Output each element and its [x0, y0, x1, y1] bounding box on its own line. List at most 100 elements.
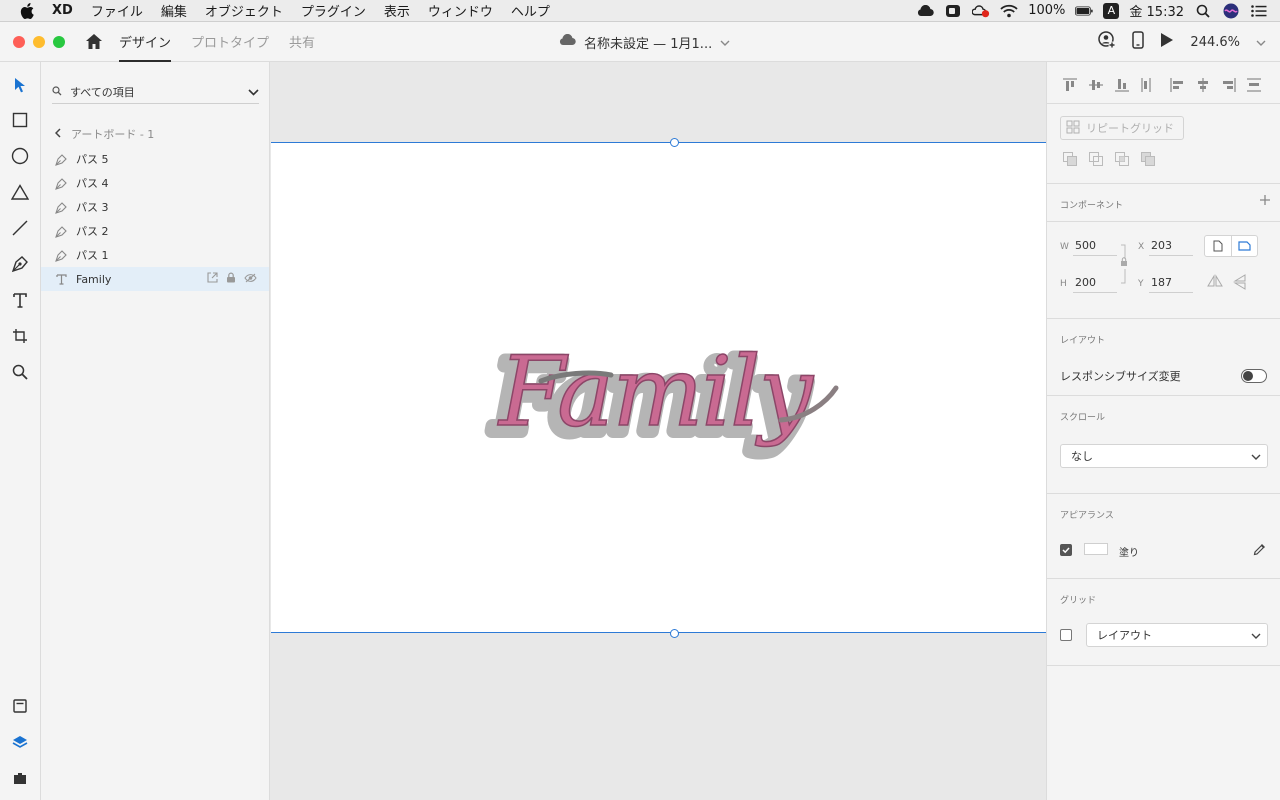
align-right-icon[interactable]: [1223, 78, 1236, 92]
responsive-size-icon[interactable]: [1232, 236, 1258, 256]
layer-row[interactable]: パス 1: [41, 243, 269, 267]
artboard-tool-icon[interactable]: [9, 325, 31, 347]
breadcrumb[interactable]: アートボード - 1: [54, 126, 154, 142]
window-minimize-button[interactable]: [33, 35, 45, 48]
add-component-icon[interactable]: [1259, 194, 1271, 209]
layer-row[interactable]: パス 3: [41, 195, 269, 219]
layers-panel-icon[interactable]: [9, 731, 31, 753]
menu-window[interactable]: ウィンドウ: [428, 1, 493, 20]
tab-design[interactable]: デザイン: [119, 22, 172, 62]
notification-center-icon[interactable]: [1250, 3, 1268, 19]
tab-share[interactable]: 共有: [289, 22, 315, 62]
eyedropper-icon[interactable]: [1253, 542, 1267, 559]
resize-handle-top[interactable]: [670, 138, 679, 147]
chevron-left-icon[interactable]: [54, 127, 61, 141]
breadcrumb-artboard[interactable]: アートボード - 1: [71, 126, 154, 142]
menu-object[interactable]: オブジェクト: [205, 1, 283, 20]
chevron-down-icon[interactable]: [1251, 629, 1261, 642]
menu-file[interactable]: ファイル: [91, 1, 143, 20]
layer-row-selected[interactable]: Family: [41, 267, 269, 291]
y-field[interactable]: 187: [1149, 273, 1193, 293]
text-tool-icon[interactable]: [9, 289, 31, 311]
pen-tool-icon[interactable]: [9, 253, 31, 275]
zoom-tool-icon[interactable]: [9, 361, 31, 383]
grid-checkbox[interactable]: [1060, 629, 1072, 641]
resize-handle-bottom[interactable]: [670, 629, 679, 638]
fixed-size-icon[interactable]: [1205, 236, 1232, 256]
lock-icon[interactable]: [226, 272, 236, 286]
sync-status-icon[interactable]: [972, 3, 990, 19]
align-bottom-icon[interactable]: [1115, 79, 1129, 92]
plugins-panel-icon[interactable]: [9, 767, 31, 789]
fill-color-swatch[interactable]: [1084, 543, 1108, 555]
chevron-down-icon[interactable]: [1251, 450, 1261, 463]
input-source-icon[interactable]: A: [1103, 2, 1120, 19]
apple-icon[interactable]: [20, 2, 40, 19]
align-middle-icon[interactable]: [1089, 80, 1103, 90]
assets-panel-icon[interactable]: [9, 695, 31, 717]
boolean-add-icon[interactable]: [1063, 152, 1077, 166]
status-area: 100% A 金 15:32: [916, 1, 1280, 20]
lock-aspect-icon[interactable]: [1119, 244, 1129, 287]
align-left-icon[interactable]: [1170, 78, 1183, 92]
x-field[interactable]: 203: [1149, 236, 1193, 256]
layer-filter-dropdown[interactable]: すべての項目: [52, 80, 259, 104]
component-section: コンポーネント: [1047, 184, 1280, 222]
menu-edit[interactable]: 編集: [161, 1, 187, 20]
distribute-vertical-icon[interactable]: [1141, 78, 1151, 92]
family-artwork[interactable]: Family Family: [481, 323, 861, 473]
mobile-preview-icon[interactable]: [1132, 31, 1145, 53]
battery-icon[interactable]: [1075, 3, 1094, 19]
chevron-down-icon[interactable]: [1256, 35, 1266, 50]
home-icon[interactable]: [83, 31, 105, 53]
invite-user-icon[interactable]: [1098, 31, 1116, 53]
boolean-exclude-icon[interactable]: [1141, 152, 1155, 166]
document-title-area[interactable]: 名称未設定 — 1月1...: [558, 22, 730, 62]
rectangle-tool-icon[interactable]: [9, 109, 31, 131]
boolean-intersect-icon[interactable]: [1115, 152, 1129, 166]
scroll-dropdown[interactable]: なし: [1060, 444, 1268, 468]
ellipse-tool-icon[interactable]: [9, 145, 31, 167]
menu-view[interactable]: 表示: [384, 1, 410, 20]
align-top-icon[interactable]: [1063, 78, 1077, 91]
width-field[interactable]: 500: [1073, 236, 1117, 256]
flip-horizontal-icon[interactable]: [1207, 274, 1223, 291]
polygon-tool-icon[interactable]: [9, 181, 31, 203]
siri-icon[interactable]: [1222, 3, 1240, 19]
document-title[interactable]: 名称未設定 — 1月1...: [584, 33, 712, 52]
layer-row[interactable]: パス 4: [41, 171, 269, 195]
layer-row[interactable]: パス 2: [41, 219, 269, 243]
grid-type-dropdown[interactable]: レイアウト: [1086, 623, 1268, 647]
menu-app-name[interactable]: XD: [52, 3, 73, 18]
select-tool-icon[interactable]: [9, 74, 31, 96]
line-tool-icon[interactable]: [9, 217, 31, 239]
responsive-resize-toggle[interactable]: [1241, 369, 1267, 383]
repeat-grid-button[interactable]: リピートグリッド: [1060, 116, 1184, 140]
export-icon[interactable]: [207, 272, 218, 286]
align-center-icon[interactable]: [1198, 78, 1208, 92]
wifi-icon[interactable]: [1000, 3, 1018, 19]
window-zoom-button[interactable]: [53, 35, 65, 48]
height-field[interactable]: 200: [1073, 273, 1117, 293]
artboard[interactable]: Family Family: [271, 142, 1046, 633]
menu-help[interactable]: ヘルプ: [511, 1, 550, 20]
video-icon[interactable]: [944, 3, 962, 19]
pen-path-icon: [54, 224, 68, 238]
chevron-down-icon[interactable]: [248, 85, 259, 99]
chevron-down-icon[interactable]: [720, 35, 730, 50]
play-preview-icon[interactable]: [1160, 32, 1174, 52]
window-close-button[interactable]: [13, 35, 25, 48]
fill-checkbox[interactable]: [1060, 544, 1072, 556]
spotlight-search-icon[interactable]: [1194, 3, 1212, 19]
creative-cloud-icon[interactable]: [916, 3, 934, 19]
tab-prototype[interactable]: プロトタイプ: [191, 22, 269, 62]
distribute-horizontal-icon[interactable]: [1247, 78, 1261, 92]
menu-plugins[interactable]: プラグイン: [301, 1, 366, 20]
zoom-level[interactable]: 244.6%: [1190, 35, 1240, 50]
flip-vertical-icon[interactable]: [1233, 274, 1247, 293]
clock[interactable]: 金 15:32: [1129, 1, 1184, 20]
layer-row[interactable]: パス 5: [41, 147, 269, 171]
eye-hidden-icon[interactable]: [244, 273, 257, 286]
design-canvas[interactable]: Family Family: [270, 62, 1046, 800]
boolean-subtract-icon[interactable]: [1089, 152, 1103, 166]
